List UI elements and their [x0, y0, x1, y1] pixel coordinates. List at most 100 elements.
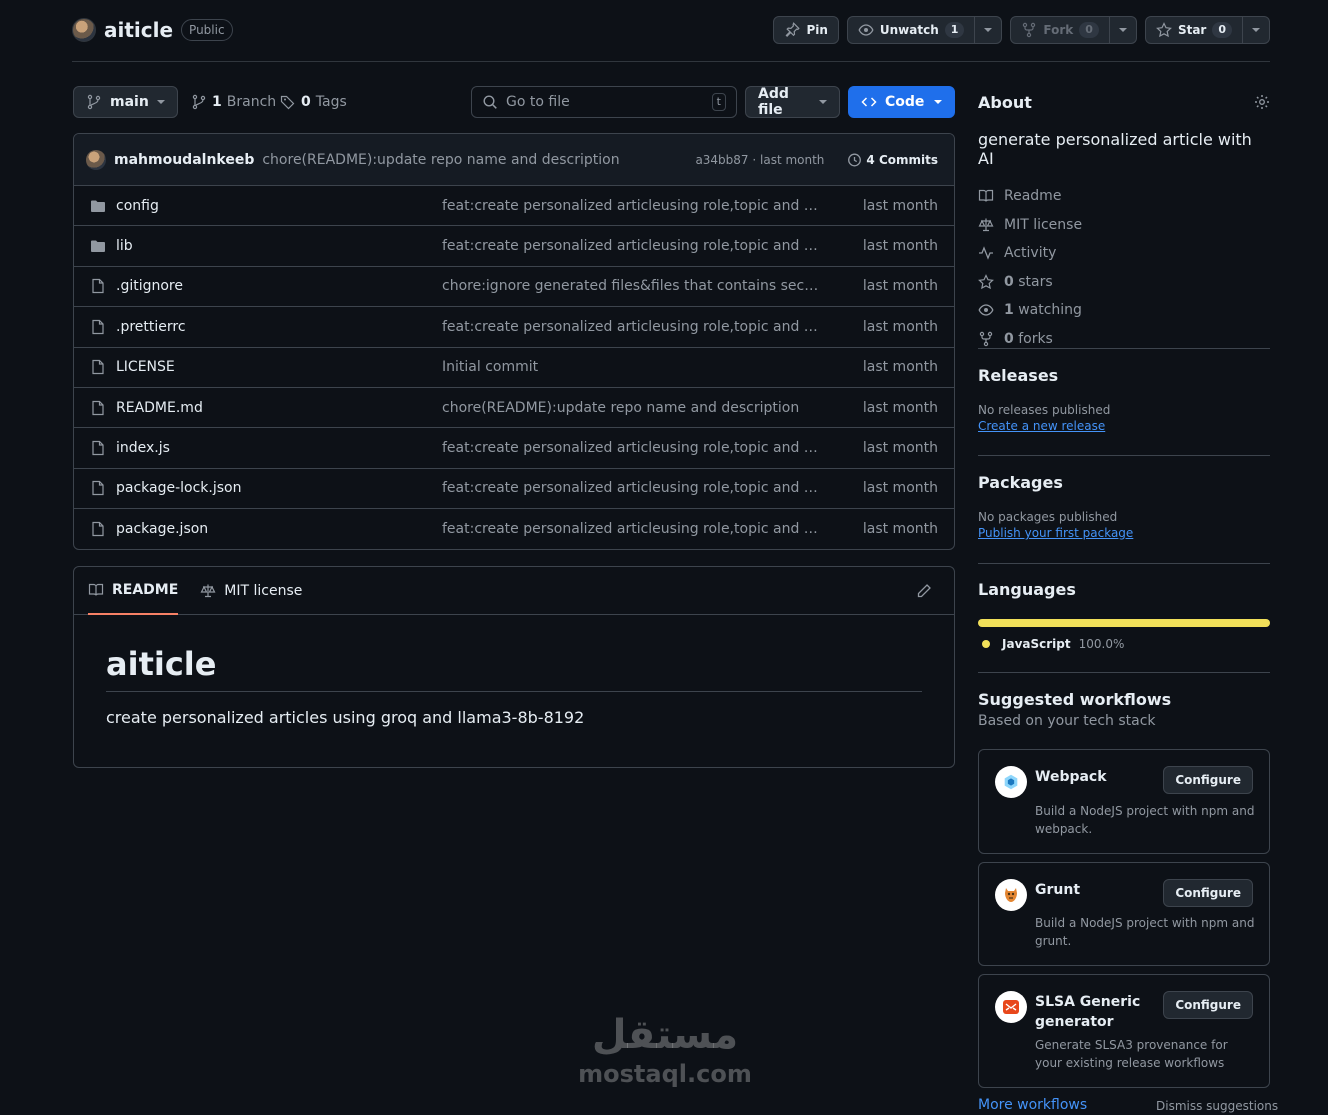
- file-row[interactable]: index.js feat:create personalized article…: [74, 428, 954, 469]
- commits-link[interactable]: 4 Commits: [846, 152, 938, 168]
- packages-heading: Packages: [978, 473, 1063, 492]
- readme-link[interactable]: Readme: [978, 182, 1270, 211]
- unwatch-button[interactable]: Unwatch 1: [846, 16, 976, 44]
- commit-hash-time[interactable]: a34bb87 · last month: [695, 153, 824, 167]
- file-row[interactable]: .gitignore chore:ignore generated files&f…: [74, 267, 954, 308]
- file-commit-message[interactable]: chore(README):update repo name and descr…: [442, 400, 822, 416]
- file-name[interactable]: lib: [116, 238, 442, 254]
- create-release-link[interactable]: Create a new release: [978, 419, 1270, 433]
- star-dropdown[interactable]: [1243, 16, 1270, 44]
- file-commit-time: last month: [862, 399, 938, 416]
- file-commit-message[interactable]: feat:create personalized articleusing ro…: [442, 198, 822, 214]
- file-commit-message[interactable]: chore:ignore generated files&files that …: [442, 278, 822, 294]
- gear-icon[interactable]: [1254, 94, 1270, 110]
- watch-dropdown[interactable]: [975, 16, 1003, 44]
- workflow-name: SLSA Generic generator: [1035, 994, 1141, 1030]
- folder-icon: [91, 240, 105, 253]
- commit-author[interactable]: mahmoudalnkeeb: [114, 152, 254, 168]
- fork-label: Fork: [1043, 23, 1074, 37]
- languages-heading: Languages: [978, 580, 1076, 599]
- file-list: config feat:create personalized articleus…: [74, 186, 954, 549]
- branches-link[interactable]: 1 Branch: [191, 86, 276, 118]
- file-commit-message[interactable]: Initial commit: [442, 359, 822, 375]
- pin-label: Pin: [806, 23, 828, 37]
- fork-dropdown[interactable]: [1109, 16, 1137, 44]
- language-item[interactable]: JavaScript 100.0%: [978, 637, 1270, 651]
- repo-name[interactable]: aiticle: [104, 18, 173, 42]
- file-commit-time: last month: [862, 318, 938, 335]
- go-to-file-input[interactable]: Go to file t: [471, 86, 737, 118]
- commit-author-avatar[interactable]: [86, 149, 106, 170]
- tab-license[interactable]: MIT license: [200, 567, 302, 615]
- grunt-logo: [995, 879, 1027, 911]
- star-label: Star: [1177, 23, 1207, 37]
- configure-button[interactable]: Configure: [1163, 766, 1253, 794]
- about-heading: About: [978, 92, 1032, 112]
- workflow-name: Webpack: [1035, 769, 1107, 785]
- file-name[interactable]: LICENSE: [116, 359, 442, 375]
- watch-group: Unwatch 1: [846, 16, 1003, 44]
- configure-button[interactable]: Configure: [1163, 879, 1253, 907]
- file-commit-message[interactable]: feat:create personalized articleusing ro…: [442, 440, 822, 456]
- branch-icon: [87, 94, 101, 110]
- tab-readme-label: README: [112, 581, 179, 598]
- stars-link[interactable]: 0 stars: [978, 268, 1270, 297]
- activity-link[interactable]: Activity: [978, 239, 1270, 268]
- slsa-logo: [995, 991, 1027, 1023]
- pin-button[interactable]: Pin: [773, 16, 839, 44]
- dismiss-suggestions-link[interactable]: Dismiss suggestions: [1156, 1099, 1278, 1113]
- search-placeholder: Go to file: [506, 94, 570, 110]
- watching-link[interactable]: 1 watching: [978, 296, 1270, 325]
- file-row[interactable]: package-lock.json feat:create personalize…: [74, 469, 954, 510]
- file-commit-time: last month: [862, 440, 938, 457]
- file-row[interactable]: config feat:create personalized articleus…: [74, 186, 954, 227]
- chevron-down-icon: [1118, 28, 1127, 32]
- sidebar-divider: [978, 563, 1270, 564]
- file-commit-message[interactable]: feat:create personalized articleusing ro…: [442, 521, 822, 537]
- configure-button[interactable]: Configure: [1163, 991, 1253, 1019]
- tab-readme[interactable]: README: [88, 567, 179, 615]
- commit-message[interactable]: chore(README):update repo name and descr…: [262, 152, 619, 168]
- file-name[interactable]: .prettierrc: [116, 319, 442, 335]
- file-name[interactable]: index.js: [116, 440, 442, 456]
- file-commit-message[interactable]: feat:create personalized articleusing ro…: [442, 238, 822, 254]
- more-workflows-link[interactable]: More workflows: [978, 1097, 1087, 1113]
- file-name[interactable]: README.md: [116, 400, 442, 416]
- file-name[interactable]: config: [116, 198, 442, 214]
- file-name[interactable]: package-lock.json: [116, 480, 442, 496]
- file-name[interactable]: .gitignore: [116, 278, 442, 294]
- readme-body: aiticle create personalized articles usi…: [74, 615, 954, 757]
- sidebar-divider: [978, 348, 1270, 349]
- pin-icon: [785, 22, 801, 37]
- watching-label: watching: [1018, 302, 1082, 319]
- file-commit-message[interactable]: feat:create personalized articleusing ro…: [442, 480, 822, 496]
- star-button[interactable]: Star 0: [1144, 16, 1243, 44]
- workflows-heading: Suggested workflows: [978, 690, 1172, 709]
- owner-avatar[interactable]: [72, 18, 96, 42]
- fork-button[interactable]: Fork 0: [1010, 16, 1110, 44]
- tags-link[interactable]: 0 Tags: [280, 86, 347, 118]
- license-link[interactable]: MIT license: [978, 211, 1270, 240]
- pencil-icon[interactable]: [916, 583, 932, 599]
- publish-package-link[interactable]: Publish your first package: [978, 526, 1270, 540]
- file-row[interactable]: LICENSE Initial commit last month: [74, 348, 954, 388]
- repo-header: aiticle Public: [72, 14, 233, 46]
- folder-icon: [91, 200, 105, 212]
- file-name[interactable]: package.json: [116, 521, 442, 537]
- file-row[interactable]: .prettierrc feat:create personalized arti…: [74, 307, 954, 348]
- commit-count: 4 Commits: [866, 152, 938, 167]
- add-file-button[interactable]: Add file: [745, 86, 840, 118]
- latest-commit-bar: mahmoudalnkeeb chore(README):update repo…: [74, 134, 954, 186]
- file-row[interactable]: package.json feat:create personalized art…: [74, 509, 954, 549]
- file-row[interactable]: lib feat:create personalized articleusing…: [74, 226, 954, 267]
- branch-name: main: [110, 94, 149, 110]
- eye-icon: [858, 24, 874, 36]
- file-commit-time: last month: [862, 278, 938, 295]
- code-button[interactable]: Code: [848, 86, 955, 118]
- branch-select[interactable]: main: [73, 86, 178, 118]
- file-row[interactable]: README.md chore(README):update repo name …: [74, 388, 954, 429]
- file-commit-message[interactable]: feat:create personalized articleusing ro…: [442, 319, 822, 335]
- languages-section: Languages JavaScript 100.0%: [978, 580, 1270, 651]
- fork-icon: [979, 331, 993, 346]
- language-bar: [978, 619, 1270, 627]
